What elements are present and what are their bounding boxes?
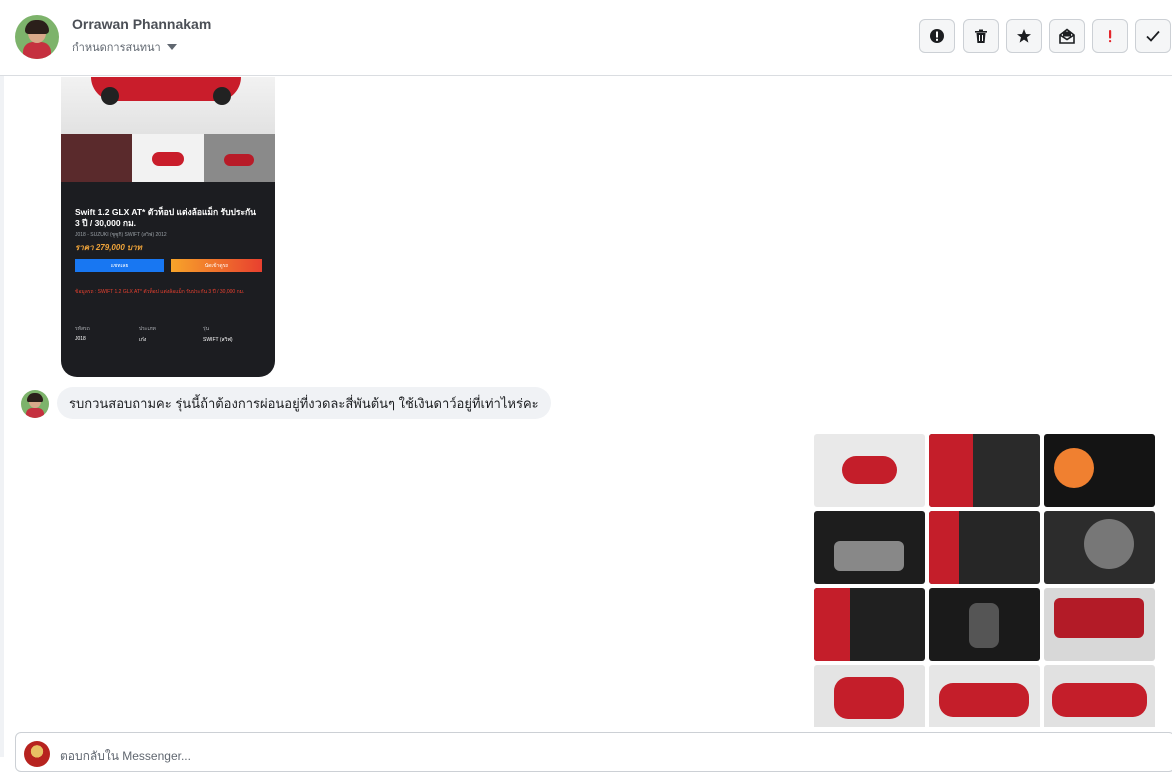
alert-button[interactable] [919,19,955,53]
page-avatar [24,741,50,767]
caret-down-icon [166,44,177,50]
door-panel-photo[interactable] [929,434,1040,507]
car-front-photo[interactable] [814,434,925,507]
mark-unread-button[interactable] [1049,19,1085,53]
photo-thumbnails [61,134,275,182]
photo-subject [842,456,897,484]
message-thread: Swift 1.2 GLX AT* ตัวท็อป แต่งล้อแม็ก รั… [4,77,1172,727]
front-seats-photo[interactable] [929,511,1040,584]
reply-composer[interactable]: ตอบกลับใน Messenger... [15,732,1172,772]
sender-avatar[interactable] [21,390,49,418]
check-icon [1146,30,1160,42]
car-side-photo[interactable] [929,665,1040,727]
contact-avatar[interactable] [15,15,59,59]
chat-now-button: แชทเลย [75,259,164,272]
photo-subject [834,541,904,571]
photo-subject [1052,683,1147,717]
spam-icon [1109,30,1112,43]
mark-done-button[interactable] [1135,19,1171,53]
car-rear-photo[interactable] [814,665,925,727]
trash-icon [975,29,987,43]
alert-circle-icon [930,29,944,43]
photo-subject [1084,519,1134,569]
photo-subject [929,434,973,507]
post-price: ราคา 279,000 บาท [75,243,142,252]
engine-bay-photo[interactable] [1044,588,1155,661]
assign-conversation-dropdown[interactable]: กำหนดการสนทนา [72,38,177,56]
post-title: Swift 1.2 GLX AT* ตัวท็อป แต่งล้อแม็ก รั… [75,207,256,228]
delete-button[interactable] [963,19,999,53]
contact-name[interactable]: Orrawan Phannakam [72,16,211,32]
post-note: ข้อมูลรถ : SWIFT 1.2 GLX AT* ตัวท็อป แต่… [75,289,245,295]
gauge-cluster-photo[interactable] [1044,434,1155,507]
photo-subject [969,603,999,648]
photo-grid [814,434,1156,727]
conversation-header: Orrawan Phannakam กำหนดการสนทนา [0,0,1172,76]
gear-shifter-photo[interactable] [929,588,1040,661]
photo-subject [929,511,959,584]
hero-car-photo [61,77,275,134]
message-bubble[interactable]: รบกวนสอบถามคะ รุ่นนี้ถ้าต้องการผ่อนอยู่ท… [57,387,551,419]
book-viewing-button: นัดเข้าดูรถ [171,259,262,272]
spec-item: รหัสรถ J018 [75,326,90,342]
spec-item: รุ่น SWIFT (สวิฟ) [203,326,233,343]
photo-subject [1054,448,1094,488]
photo-subject [1054,598,1144,638]
post-subtitle: J018 - SUZUKI (ซูซูกิ) SWIFT (สวิฟ) 2012 [75,232,167,238]
photo-subject [939,683,1029,717]
star-icon [1017,29,1031,43]
spec-item: ประเภท เก๋ง [139,326,156,343]
dashboard-photo[interactable] [814,511,925,584]
shared-post-screenshot[interactable]: Swift 1.2 GLX AT* ตัวท็อป แต่งล้อแม็ก รั… [61,77,275,377]
mark-unread-icon [1059,28,1075,44]
rear-seats-photo[interactable] [814,588,925,661]
star-button[interactable] [1006,19,1042,53]
photo-subject [814,588,850,661]
steering-wheel-photo[interactable] [1044,511,1155,584]
spam-button[interactable] [1092,19,1128,53]
photo-subject [834,677,904,719]
car-profile-photo[interactable] [1044,665,1155,727]
assign-label: กำหนดการสนทนา [72,42,161,54]
